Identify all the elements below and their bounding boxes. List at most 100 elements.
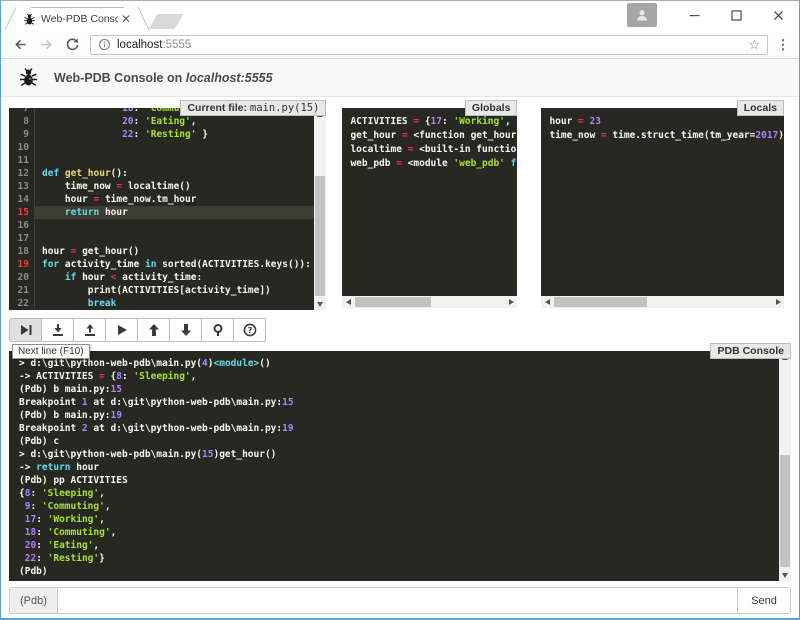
page-content: Current file: main.py(15) 7 18: 'Commuti…: [1, 97, 799, 618]
where-button[interactable]: [201, 318, 234, 342]
next-line-button[interactable]: [9, 318, 42, 342]
console-line: > d:\git\python-web-pdb\main.py(15)get_h…: [19, 448, 779, 461]
console-line: 20: 'Eating',: [19, 539, 779, 552]
line-number[interactable]: 7: [9, 108, 35, 115]
stack-down-button[interactable]: [169, 318, 202, 342]
scrollbar-thumb[interactable]: [780, 455, 790, 568]
line-number[interactable]: 10: [9, 141, 35, 154]
return-button[interactable]: [73, 318, 106, 342]
line-number[interactable]: 18: [9, 245, 35, 258]
line-number[interactable]: 11: [9, 154, 35, 167]
console-line: 17: 'Working',: [19, 513, 779, 526]
next-line-tooltip: Next line (F10): [12, 344, 90, 359]
scrollbar-thumb[interactable]: [554, 297, 646, 307]
console-line: > d:\git\python-web-pdb\main.py(4)<modul…: [19, 357, 779, 370]
current-file-panel: Current file: main.py(15) 7 18: 'Commuti…: [9, 108, 326, 310]
browser-window: Web-PDB Console on lo ✕ localhost:5555 ☆…: [0, 0, 800, 620]
line-number[interactable]: 8: [9, 115, 35, 128]
console-scrollbar[interactable]: [779, 351, 791, 581]
console-line: (Pdb) b main.py:15: [19, 383, 779, 396]
line-number[interactable]: 14: [9, 193, 35, 206]
maximize-button[interactable]: [715, 1, 757, 30]
line-number[interactable]: 12: [9, 167, 35, 180]
line-number[interactable]: 16: [9, 219, 35, 232]
console-line: (Pdb) pp ACTIVITIES: [19, 474, 779, 487]
code-editor: 7 18: 'Commuting',8 20: 'Eating',9 22: '…: [9, 108, 326, 310]
globals-label: Globals: [465, 100, 518, 116]
current-file-label: Current file: main.py(15): [180, 100, 326, 116]
code-line: 22 break: [9, 297, 314, 310]
console-line: (Pdb) b main.py:19: [19, 409, 779, 422]
console-line: (Pdb): [19, 565, 779, 578]
url-text: localhost:5555: [117, 39, 748, 51]
breakpoint-line-number[interactable]: 15: [9, 206, 35, 219]
locals-content: hour = 23time_now = time.struct_time(tm_…: [541, 108, 784, 296]
new-tab-button[interactable]: [149, 14, 184, 29]
refresh-icon[interactable]: [61, 34, 83, 56]
minimize-button[interactable]: [673, 1, 715, 30]
code-line: 14 hour = time_now.tm_hour: [9, 193, 314, 206]
console-line: localtime = <built-in function localtime…: [350, 143, 517, 157]
bookmark-star-icon[interactable]: ☆: [748, 37, 760, 53]
profile-avatar-button[interactable]: [627, 3, 657, 27]
console-line: web_pdb = <module 'web_pdb' from 'd:\git…: [350, 157, 517, 171]
editor-scrollbar[interactable]: [314, 108, 326, 310]
pdb-console-label: PDB Console: [710, 343, 791, 359]
code-line: 8 20: 'Eating',: [9, 115, 314, 128]
console-line: 18: 'Commuting',: [19, 526, 779, 539]
line-number[interactable]: 9: [9, 128, 35, 141]
scroll-left-icon[interactable]: [541, 296, 553, 308]
line-number[interactable]: 20: [9, 271, 35, 284]
scrollbar-thumb[interactable]: [315, 176, 325, 296]
scroll-right-icon[interactable]: [505, 296, 517, 308]
tab-close-icon[interactable]: ✕: [118, 13, 134, 25]
code-line: 9 22: 'Resting' }: [9, 128, 314, 141]
browser-toolbar: localhost:5555 ☆ ⋮: [1, 31, 799, 59]
scroll-right-icon[interactable]: [772, 296, 784, 308]
code-line: 10: [9, 141, 314, 154]
line-number[interactable]: 22: [9, 297, 35, 310]
line-number[interactable]: 13: [9, 180, 35, 193]
console-line: hour = 23: [549, 115, 784, 129]
locals-scrollbar[interactable]: [541, 296, 784, 308]
command-bar: (Pdb) Send: [9, 587, 791, 614]
console-line: -> return hour: [19, 461, 779, 474]
code-line: 19for activity_time in sorted(ACTIVITIES…: [9, 258, 314, 271]
scroll-down-icon[interactable]: [314, 298, 326, 310]
page-info-icon[interactable]: [98, 38, 111, 51]
console-line: get_hour = <function get_hour at 0x00000…: [350, 129, 517, 143]
command-input[interactable]: [57, 587, 738, 614]
browser-tab[interactable]: Web-PDB Console on lo ✕: [17, 7, 137, 30]
scroll-down-icon[interactable]: [779, 569, 791, 581]
globals-panel: Globals ACTIVITIES = {17: 'Working', 18:…: [342, 108, 517, 310]
close-button[interactable]: [757, 1, 799, 30]
webpdb-bug-logo-icon: [18, 67, 39, 88]
scroll-left-icon[interactable]: [342, 296, 354, 308]
step-into-button[interactable]: [41, 318, 74, 342]
favicon-bug-icon: [23, 13, 36, 26]
browser-titlebar: Web-PDB Console on lo ✕: [1, 1, 799, 31]
continue-button[interactable]: [105, 318, 138, 342]
console-line: 9: 'Commuting',: [19, 500, 779, 513]
globals-scrollbar[interactable]: [342, 296, 517, 308]
svg-text:?: ?: [247, 326, 252, 335]
browser-menu-icon[interactable]: ⋮: [773, 37, 793, 53]
help-button[interactable]: ?: [233, 318, 266, 342]
debugger-toolbar: ? Next line (F10): [9, 318, 791, 342]
send-button[interactable]: Send: [737, 587, 791, 614]
console-line: time_now = time.struct_time(tm_year=2017…: [549, 129, 784, 143]
line-number[interactable]: 17: [9, 232, 35, 245]
forward-icon[interactable]: [35, 34, 57, 56]
code-line: 15 return hour: [9, 206, 314, 219]
console-line: {8: 'Sleeping',: [19, 487, 779, 500]
breakpoint-line-number[interactable]: 19: [9, 258, 35, 271]
address-bar[interactable]: localhost:5555 ☆: [90, 35, 768, 55]
locals-panel: Locals hour = 23time_now = time.struct_t…: [541, 108, 784, 310]
code-area: 7 18: 'Commuting',8 20: 'Eating',9 22: '…: [9, 108, 314, 310]
window-controls: [627, 1, 799, 30]
back-icon[interactable]: [9, 34, 31, 56]
scrollbar-thumb[interactable]: [355, 297, 430, 307]
line-number[interactable]: 21: [9, 284, 35, 297]
code-line: 16: [9, 219, 314, 232]
stack-up-button[interactable]: [137, 318, 170, 342]
